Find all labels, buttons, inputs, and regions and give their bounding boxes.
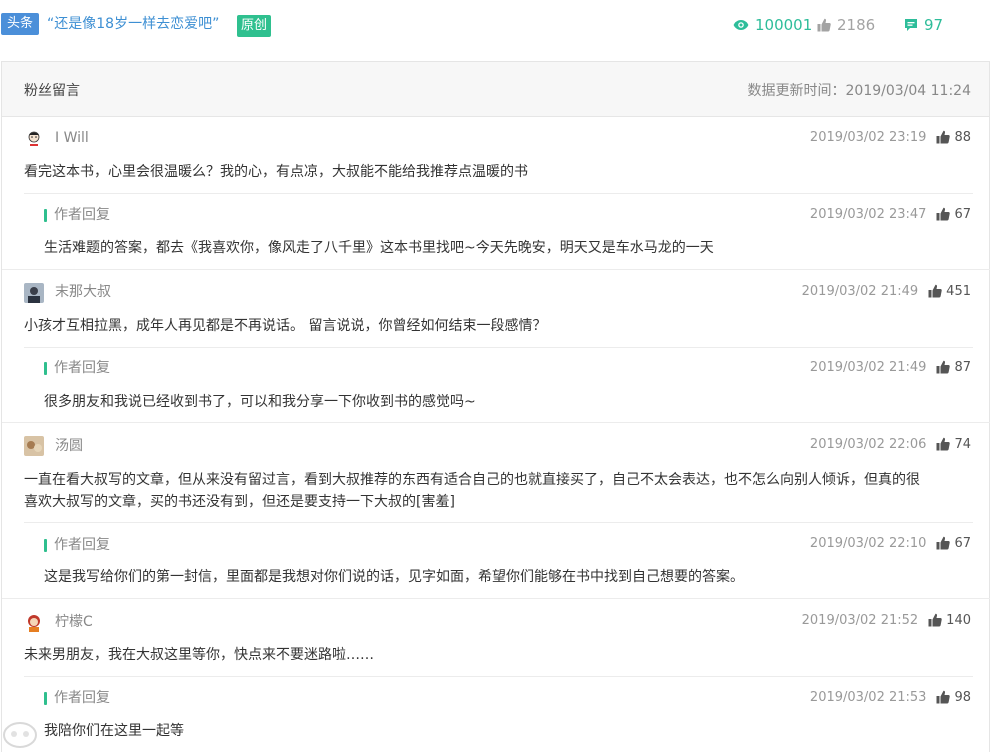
comment-meta: 2019/03/02 21:49 451 [802,282,971,300]
photo-avatar-icon [24,283,44,303]
comment-meta: 2019/03/02 23:19 88 [810,128,971,146]
avatar[interactable] [24,283,44,303]
reply-label-text: 作者回复 [54,537,110,553]
eye-icon [733,20,749,30]
divider [2,422,990,423]
reply-label-text: 作者回复 [54,360,110,376]
author-reply-label: 作者回复 [44,359,110,377]
reply-likes: 67 [954,206,971,222]
divider [24,522,973,523]
divider [2,598,990,599]
comment-icon [905,19,917,31]
reply-text: 这是我写给你们的第一封信，里面都是我想对你们说的话，见字如面，希望你们能够在书中… [44,569,744,585]
reply-time: 2019/03/02 22:10 [809,535,927,551]
reply-marker [44,208,47,222]
comment-text-line-1: 一直在看大叔写的文章，但从来没有留过言，看到大叔推荐的东西有适合自己的也就直接买… [24,472,920,488]
reply-time: 2019/03/02 21:53 [809,689,927,705]
reply-label-text: 作者回复 [54,207,110,223]
source-tag: 头条 [1,13,40,35]
divider [24,193,973,194]
reply-time: 2019/03/02 21:49 [809,359,927,375]
avatar[interactable] [24,612,44,632]
author-reply-label: 作者回复 [44,206,110,224]
reply-likes: 98 [954,689,971,705]
thumbs-up-icon[interactable] [936,437,951,451]
comment-text: 未来男朋友，我在大叔这里等你，快点来不要迷路啦…… [24,647,374,663]
comment-likes: 88 [954,129,971,145]
update-time: 数据更新时间：2019/03/04 11:24 [747,83,972,99]
comment-text-line-2: 喜欢大叔写的文章，买的书还没有到，但还是要支持一下大叔的[害羞] [24,494,455,510]
view-count-value: 100001 [755,16,813,34]
reply-meta: 2019/03/02 21:49 87 [810,358,971,376]
comment-username[interactable]: I Will [55,129,89,147]
panel-title: 粉丝留言 [24,83,80,99]
fan-comments-panel: 粉丝留言 数据更新时间：2019/03/04 11:24 I Will 2019… [1,61,990,752]
reply-likes: 87 [954,359,971,375]
author-reply-label: 作者回复 [44,536,110,554]
like-count: 2186 [817,15,875,35]
watermark-logo-icon [3,722,37,748]
thumbs-up-icon [817,18,831,32]
thumbs-up-icon[interactable] [928,284,942,298]
avatar[interactable] [24,436,44,456]
comment-likes: 74 [954,436,971,452]
comment-count: 97 [904,15,943,35]
original-tag: 原创 [237,15,272,37]
reply-likes: 67 [954,535,971,551]
comment-count-value: 97 [924,16,944,34]
comment-time: 2019/03/02 21:52 [801,612,919,628]
avatar[interactable] [24,129,44,149]
reply-marker [44,691,47,705]
reply-time: 2019/03/02 23:47 [809,206,927,222]
cartoon-avatar-icon [24,612,44,632]
comment-username[interactable]: 柠檬C [55,613,93,631]
panel-header: 粉丝留言 数据更新时间：2019/03/04 11:24 [2,62,989,117]
watermark [0,718,140,752]
photo-avatar-icon [24,436,44,456]
reply-meta: 2019/03/02 23:47 67 [810,205,971,223]
cartoon-avatar-icon [24,129,44,149]
comment-username[interactable]: 末那大叔 [55,283,111,301]
divider [24,676,973,677]
reply-meta: 2019/03/02 22:10 67 [810,534,971,552]
like-count-value: 2186 [837,16,876,34]
reply-meta: 2019/03/02 21:53 98 [810,688,971,706]
thumbs-up-icon[interactable] [936,360,951,374]
reply-text: 很多朋友和我说已经收到书了，可以和我分享一下你收到书的感觉吗~ [44,394,476,410]
article-title[interactable]: “还是像18岁一样去恋爱吧” [47,14,219,34]
reply-text: 生活难题的答案，都去《我喜欢你，像风走了八千里》这本书里找吧~今天先晚安，明天又… [44,240,714,256]
thumbs-up-icon[interactable] [936,130,951,144]
view-count: 100001 [733,15,812,35]
thumbs-up-icon[interactable] [928,613,942,627]
comment-text: 看完这本书，心里会很温暖么？我的心，有点凉，大叔能不能给我推荐点温暖的书 [24,164,528,180]
thumbs-up-icon[interactable] [936,690,951,704]
comment-time: 2019/03/02 22:06 [809,436,927,452]
comment-likes: 451 [946,283,971,299]
comment-meta: 2019/03/02 21:52 140 [802,611,971,629]
thumbs-up-icon[interactable] [936,207,951,221]
comment-username[interactable]: 汤圆 [55,437,83,455]
author-reply-label: 作者回复 [44,689,110,707]
thumbs-up-icon[interactable] [936,536,951,550]
comment-time: 2019/03/02 21:49 [801,283,919,299]
divider [24,347,973,348]
reply-marker [44,538,47,552]
reply-label-text: 作者回复 [54,690,110,706]
comment-text: 小孩才互相拉黑，成年人再见都是不再说话。 留言说说，你曾经如何结束一段感情？ [24,318,547,334]
comment-time: 2019/03/02 23:19 [809,129,927,145]
divider [2,269,990,270]
comment-likes: 140 [946,612,971,628]
comment-meta: 2019/03/02 22:06 74 [810,435,971,453]
article-header: 头条 “还是像18岁一样去恋爱吧” 原创 100001 2186 97 [0,0,990,52]
reply-marker [44,361,47,375]
